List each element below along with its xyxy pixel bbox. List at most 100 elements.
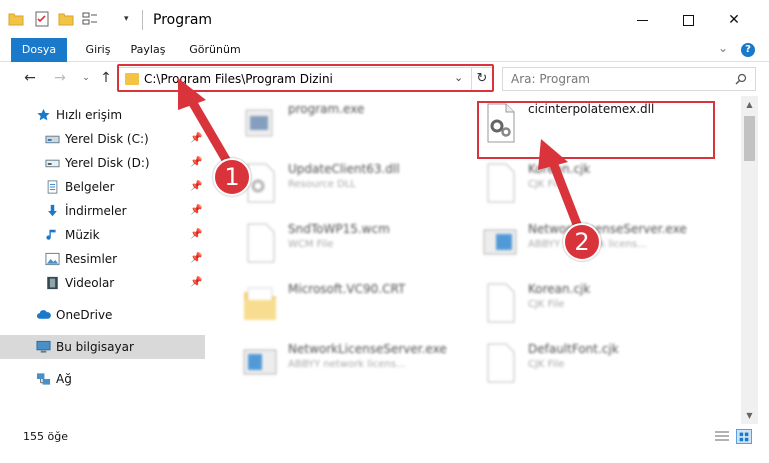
sidebar-label: Yerel Disk (D:)	[65, 156, 150, 170]
file-name: program.exe	[288, 102, 365, 116]
sidebar-item-music[interactable]: Müzik 📌	[0, 223, 205, 247]
pin-icon[interactable]: 📌	[190, 253, 202, 264]
window-app-icon	[483, 229, 517, 255]
file-name: NetworkLicenseServer.exe	[288, 342, 447, 356]
maximize-button[interactable]	[665, 0, 711, 40]
pictures-icon	[45, 252, 60, 266]
file-item[interactable]: Microsoft.VC90.CRT	[242, 280, 482, 330]
file-type: CJK File	[528, 359, 565, 370]
sidebar-label: OneDrive	[56, 308, 113, 322]
file-item[interactable]: DefaultFont.cjk CJK File	[482, 340, 722, 390]
back-button[interactable]: ←	[20, 68, 40, 88]
file-icon	[247, 223, 275, 263]
pin-icon[interactable]: 📌	[190, 181, 202, 192]
forward-button[interactable]: →	[50, 68, 70, 88]
sidebar-label: Yerel Disk (C:)	[65, 132, 149, 146]
file-type: WCM File	[288, 239, 334, 250]
file-name: Microsoft.VC90.CRT	[288, 282, 406, 296]
file-item[interactable]: UpdateClient63.dll Resource DLL	[242, 160, 482, 210]
view-options-icon[interactable]	[82, 11, 98, 27]
search-placeholder: Ara: Program	[511, 72, 590, 86]
scroll-up-icon[interactable]: ▲	[741, 96, 758, 113]
scroll-down-icon[interactable]: ▼	[741, 407, 758, 424]
sidebar-item-downloads[interactable]: İndirmeler 📌	[0, 199, 205, 223]
folder-icon[interactable]	[8, 11, 24, 27]
file-type: CJK File	[528, 179, 565, 190]
sidebar-label: İndirmeler	[65, 204, 127, 218]
tab-home[interactable]: Giriş	[73, 38, 123, 62]
ribbon-tabs: Dosya Giriş Paylaş Görünüm ⌄ ?	[0, 38, 769, 62]
sidebar-item-pictures[interactable]: Resimler 📌	[0, 247, 205, 271]
sidebar-item-this-pc[interactable]: Bu bilgisayar	[0, 335, 205, 359]
navigation-pane: Hızlı erişim Yerel Disk (C:) 📌 Yerel Dis…	[0, 96, 212, 424]
vertical-scrollbar[interactable]: ▲ ▼	[741, 96, 758, 424]
pin-icon[interactable]: 📌	[190, 157, 202, 168]
file-item[interactable]: program.exe	[242, 100, 482, 150]
document-icon	[47, 180, 58, 194]
file-item[interactable]: NetworkLicenseServer.exe ABBYY network l…	[242, 340, 482, 390]
window-title: Program	[153, 12, 213, 28]
sidebar-label: Videolar	[65, 276, 115, 290]
close-button[interactable]: ✕	[711, 0, 757, 40]
file-name: SndToWP15.wcm	[288, 222, 390, 236]
sidebar-label: Ağ	[56, 372, 72, 386]
sidebar-label: Bu bilgisayar	[56, 340, 134, 354]
file-icon	[487, 283, 515, 323]
drive-icon	[45, 159, 60, 168]
music-icon	[46, 229, 56, 240]
sidebar-item-disk-c[interactable]: Yerel Disk (C:) 📌	[0, 127, 205, 151]
drive-icon	[45, 135, 60, 144]
file-item[interactable]: NetworkLicenseServer.exe ABBYY Network l…	[482, 220, 722, 270]
download-icon	[48, 204, 57, 217]
tab-share[interactable]: Paylaş	[123, 38, 173, 62]
sidebar-label: Hızlı erişim	[56, 108, 123, 122]
new-folder-icon[interactable]	[58, 11, 74, 27]
file-item[interactable]: SndToWP15.wcm WCM File	[242, 220, 482, 270]
sidebar-item-quick-access[interactable]: Hızlı erişim	[0, 103, 205, 127]
file-type: CJK File	[528, 299, 565, 310]
pin-icon[interactable]: 📌	[190, 277, 202, 288]
file-type: ABBYY network licens...	[288, 359, 406, 370]
file-icon	[487, 163, 515, 203]
title-bar: ▾ Program ✕	[0, 0, 769, 40]
up-button[interactable]: ↑	[96, 68, 116, 88]
title-separator	[142, 10, 143, 30]
sidebar-item-videos[interactable]: Videolar 📌	[0, 271, 205, 295]
sidebar-label: Resimler	[65, 252, 118, 266]
folder-icon	[244, 287, 276, 320]
details-view-icon[interactable]	[714, 430, 730, 443]
tab-view[interactable]: Görünüm	[180, 38, 250, 62]
search-icon	[735, 73, 747, 85]
sidebar-item-documents[interactable]: Belgeler 📌	[0, 175, 205, 199]
sidebar-item-network[interactable]: Ağ	[0, 367, 205, 391]
network-icon	[36, 373, 51, 385]
recent-locations-icon[interactable]: ⌄	[76, 68, 96, 88]
properties-icon[interactable]	[34, 11, 50, 27]
help-button[interactable]: ?	[741, 43, 755, 57]
tab-file[interactable]: Dosya	[11, 38, 67, 62]
file-name: Korean.cjk	[528, 162, 591, 176]
pin-icon[interactable]: 📌	[190, 205, 202, 216]
video-icon	[47, 276, 58, 290]
cloud-icon	[36, 310, 51, 319]
minimize-button[interactable]	[619, 0, 665, 40]
file-highlight-box	[477, 101, 715, 159]
file-icon	[487, 343, 515, 383]
file-item[interactable]: Korean.cjk CJK File	[482, 160, 722, 210]
large-icons-view-icon[interactable]	[736, 429, 752, 444]
exe-icon	[245, 109, 273, 137]
sidebar-item-disk-d[interactable]: Yerel Disk (D:) 📌	[0, 151, 205, 175]
scroll-thumb[interactable]	[744, 116, 755, 161]
expand-ribbon-icon[interactable]: ⌄	[718, 41, 728, 55]
file-type: Resource DLL	[288, 179, 356, 190]
quick-access-dropdown-icon[interactable]: ▾	[124, 14, 129, 24]
callout-1: 1	[213, 158, 251, 196]
file-item[interactable]: Korean.cjk CJK File	[482, 280, 722, 330]
sidebar-item-onedrive[interactable]: OneDrive	[0, 303, 205, 327]
pin-icon[interactable]: 📌	[190, 133, 202, 144]
search-input[interactable]: Ara: Program	[502, 67, 756, 91]
file-name: NetworkLicenseServer.exe	[528, 222, 687, 236]
item-count: 155 öğe	[23, 430, 68, 443]
window-app-icon	[243, 349, 277, 375]
pin-icon[interactable]: 📌	[190, 229, 202, 240]
